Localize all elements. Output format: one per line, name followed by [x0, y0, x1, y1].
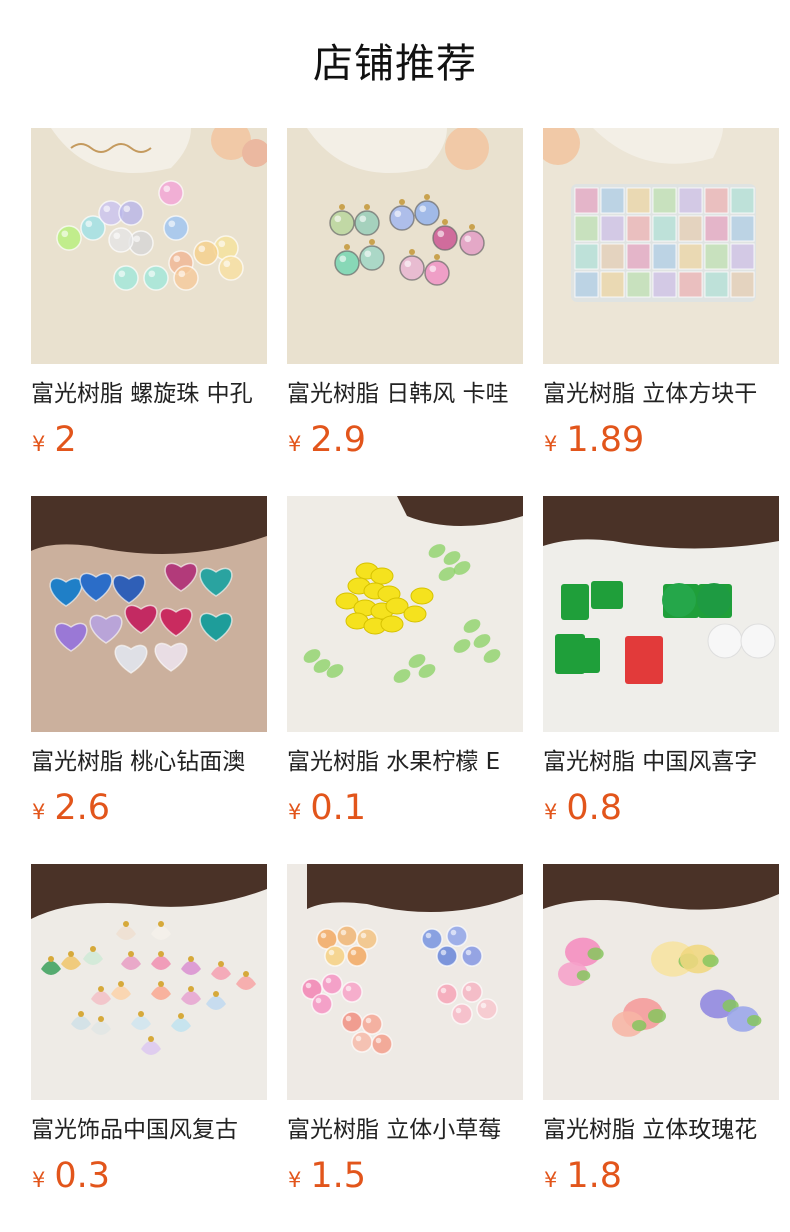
price-amount: 1.89: [566, 420, 645, 460]
dried-flower-cubes-photo: [543, 128, 779, 364]
price-amount: 0.3: [54, 1156, 111, 1196]
product-image[interactable]: [31, 864, 267, 1100]
product-image[interactable]: [287, 864, 523, 1100]
price-amount: 1.5: [310, 1156, 367, 1196]
product-image[interactable]: [31, 128, 267, 364]
currency-symbol: ¥: [288, 1168, 302, 1192]
product-price: ¥ 1.8: [543, 1154, 779, 1198]
currency-symbol: ¥: [32, 1168, 46, 1192]
product-name[interactable]: 富光树脂 螺旋珠 中孔: [31, 378, 267, 410]
flower-cap-pendants-photo: [31, 864, 267, 1100]
product-card[interactable]: 富光饰品中国风复古 ¥ 0.3: [31, 864, 267, 1232]
currency-symbol: ¥: [288, 800, 302, 824]
strawberry-flower-beads-photo: [287, 864, 523, 1100]
currency-symbol: ¥: [544, 800, 558, 824]
product-name[interactable]: 富光树脂 中国风喜字: [543, 746, 779, 778]
product-name[interactable]: 富光树脂 桃心钻面澳: [31, 746, 267, 778]
product-price: ¥ 2: [31, 418, 267, 462]
product-card[interactable]: 富光树脂 水果柠檬 E ¥ 0.1: [287, 496, 523, 864]
product-image[interactable]: [543, 864, 779, 1100]
product-price: ¥ 0.3: [31, 1154, 267, 1198]
double-happiness-charms-photo: [543, 496, 779, 732]
product-image[interactable]: [287, 128, 523, 364]
product-name[interactable]: 富光树脂 立体方块干: [543, 378, 779, 410]
currency-symbol: ¥: [544, 1168, 558, 1192]
product-image[interactable]: [543, 496, 779, 732]
rose-bud-beads-photo: [543, 864, 779, 1100]
product-name[interactable]: 富光树脂 立体玫瑰花: [543, 1114, 779, 1146]
product-card[interactable]: 富光树脂 桃心钻面澳 ¥ 2.6: [31, 496, 267, 864]
price-amount: 2: [54, 420, 77, 460]
product-image[interactable]: [287, 496, 523, 732]
product-grid: 富光树脂 螺旋珠 中孔 ¥ 2 富光树脂 日韩风 卡哇 ¥ 2.9 富光树脂 立…: [31, 128, 781, 1232]
lemon-leaf-beads-photo: [287, 496, 523, 732]
product-image[interactable]: [31, 496, 267, 732]
heart-gem-photo: [31, 496, 267, 732]
product-card[interactable]: 富光树脂 螺旋珠 中孔 ¥ 2: [31, 128, 267, 496]
striped-pendant-beads-photo: [287, 128, 523, 364]
spiral-beads-photo: [31, 128, 267, 364]
product-price: ¥ 2.9: [287, 418, 523, 462]
product-card[interactable]: 富光树脂 立体方块干 ¥ 1.89: [543, 128, 779, 496]
price-amount: 0.1: [310, 788, 367, 828]
product-card[interactable]: 富光树脂 立体小草莓 ¥ 1.5: [287, 864, 523, 1232]
product-card[interactable]: 富光树脂 日韩风 卡哇 ¥ 2.9: [287, 128, 523, 496]
currency-symbol: ¥: [544, 432, 558, 456]
price-amount: 1.8: [566, 1156, 623, 1196]
price-amount: 2.9: [310, 420, 367, 460]
price-amount: 0.8: [566, 788, 623, 828]
product-card[interactable]: 富光树脂 中国风喜字 ¥ 0.8: [543, 496, 779, 864]
product-name[interactable]: 富光饰品中国风复古: [31, 1114, 267, 1146]
product-image[interactable]: [543, 128, 779, 364]
price-amount: 2.6: [54, 788, 111, 828]
product-name[interactable]: 富光树脂 水果柠檬 E: [287, 746, 523, 778]
product-price: ¥ 1.89: [543, 418, 779, 462]
product-price: ¥ 0.1: [287, 786, 523, 830]
currency-symbol: ¥: [288, 432, 302, 456]
product-price: ¥ 2.6: [31, 786, 267, 830]
section-title: 店铺推荐: [313, 41, 477, 87]
product-card[interactable]: 富光树脂 立体玫瑰花 ¥ 1.8: [543, 864, 779, 1232]
currency-symbol: ¥: [32, 432, 46, 456]
product-price: ¥ 1.5: [287, 1154, 523, 1198]
product-price: ¥ 0.8: [543, 786, 779, 830]
currency-symbol: ¥: [32, 800, 46, 824]
product-name[interactable]: 富光树脂 日韩风 卡哇: [287, 378, 523, 410]
product-name[interactable]: 富光树脂 立体小草莓: [287, 1114, 523, 1146]
